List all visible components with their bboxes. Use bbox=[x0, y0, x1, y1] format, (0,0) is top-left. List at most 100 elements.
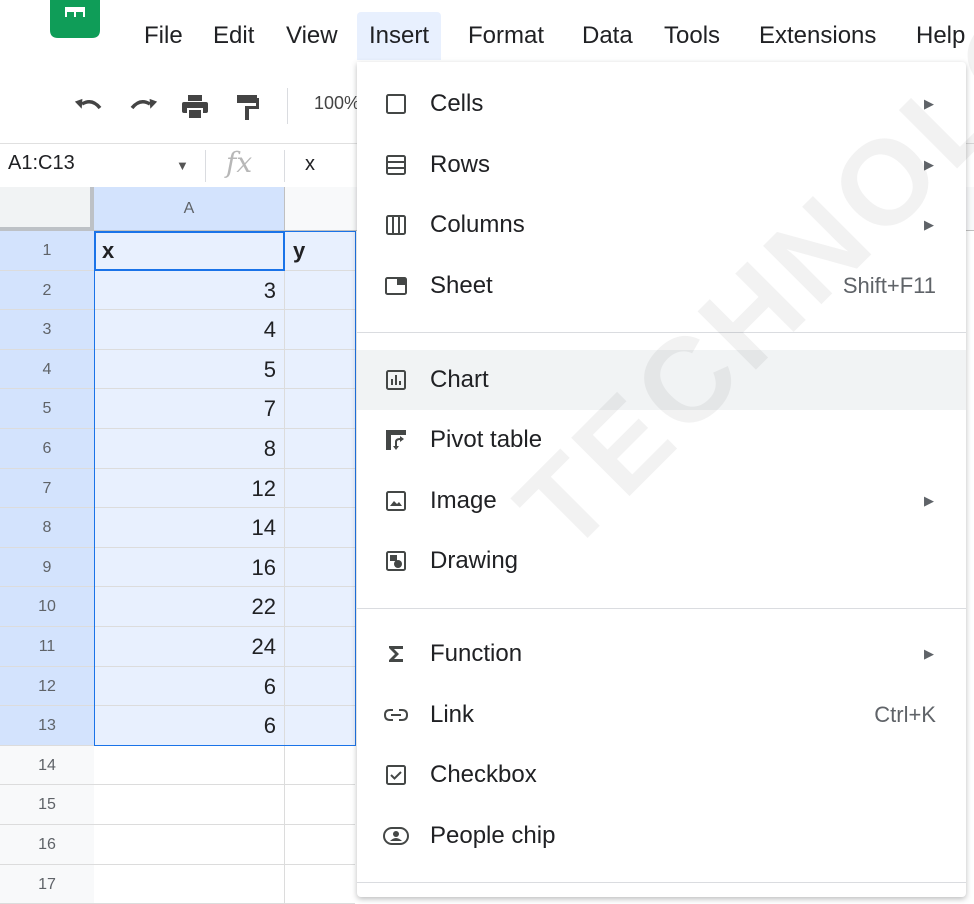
cell-a[interactable] bbox=[94, 825, 285, 865]
cells-icon bbox=[383, 91, 409, 117]
row-header[interactable]: 11 bbox=[0, 627, 94, 667]
menu-file[interactable]: File bbox=[142, 20, 185, 52]
row-header[interactable]: 12 bbox=[0, 666, 94, 707]
menu-item-image[interactable]: Image ▶ bbox=[357, 471, 966, 531]
row-header[interactable]: 6 bbox=[0, 429, 94, 469]
cell-a[interactable] bbox=[94, 864, 285, 904]
menu-tools[interactable]: Tools bbox=[662, 20, 722, 52]
menu-item-label: Image bbox=[430, 487, 497, 514]
cell-a[interactable]: 14 bbox=[94, 508, 285, 548]
pivot-table-icon bbox=[383, 427, 409, 453]
cell-b[interactable] bbox=[285, 508, 355, 548]
cell-a[interactable]: 7 bbox=[94, 389, 285, 429]
columns-icon bbox=[383, 212, 409, 238]
submenu-arrow-icon: ▶ bbox=[924, 217, 934, 232]
cell-a[interactable]: 16 bbox=[94, 547, 285, 588]
row-header[interactable]: 7 bbox=[0, 468, 94, 509]
name-box-dropdown-icon[interactable]: ▼ bbox=[176, 158, 189, 173]
cell-b[interactable] bbox=[285, 587, 355, 627]
cell-b[interactable] bbox=[285, 746, 355, 786]
menu-item-columns[interactable]: Columns ▶ bbox=[357, 195, 966, 255]
menu-item-chart[interactable]: Chart bbox=[357, 350, 966, 410]
paint-format-icon[interactable] bbox=[233, 92, 263, 122]
row-header[interactable]: 2 bbox=[0, 270, 94, 311]
cell-a[interactable]: 22 bbox=[94, 587, 285, 627]
menu-divider bbox=[357, 608, 966, 609]
menu-item-rows[interactable]: Rows ▶ bbox=[357, 135, 966, 195]
cell-a[interactable] bbox=[94, 745, 285, 786]
cell-b[interactable] bbox=[285, 429, 355, 469]
menu-item-people-chip[interactable]: People chip bbox=[357, 806, 966, 866]
cell-b[interactable] bbox=[285, 785, 355, 825]
cell-a[interactable]: 6 bbox=[94, 666, 285, 707]
row-header[interactable]: 3 bbox=[0, 310, 94, 350]
menu-extensions[interactable]: Extensions bbox=[757, 20, 878, 52]
cell-b[interactable] bbox=[285, 865, 355, 904]
cell-b[interactable] bbox=[285, 270, 355, 311]
cell-b[interactable] bbox=[285, 468, 355, 509]
cell-b[interactable] bbox=[285, 349, 355, 390]
menu-item-label: People chip bbox=[430, 822, 556, 849]
cell-b[interactable] bbox=[285, 547, 355, 588]
cell-a[interactable]: 5 bbox=[94, 349, 285, 390]
redo-icon[interactable] bbox=[128, 92, 158, 122]
link-icon bbox=[383, 702, 409, 728]
cell-b[interactable] bbox=[285, 389, 355, 429]
cell-a[interactable] bbox=[94, 785, 285, 825]
menu-item-sheet[interactable]: Sheet Shift+F11 bbox=[357, 256, 966, 316]
column-header-a[interactable]: A bbox=[94, 187, 285, 231]
row-header[interactable]: 1 bbox=[0, 231, 94, 271]
row-header[interactable]: 14 bbox=[0, 745, 94, 786]
row-header[interactable]: 9 bbox=[0, 547, 94, 588]
cell-a[interactable]: 3 bbox=[94, 270, 285, 311]
cell-a[interactable]: 6 bbox=[94, 706, 285, 746]
formula-separator bbox=[284, 150, 285, 182]
select-all-corner[interactable] bbox=[0, 187, 94, 231]
cell-b[interactable]: y bbox=[285, 231, 355, 271]
cell-b[interactable] bbox=[285, 310, 355, 350]
row-header[interactable]: 4 bbox=[0, 349, 94, 390]
menu-item-cells[interactable]: Cells ▶ bbox=[357, 74, 966, 134]
sigma-icon bbox=[383, 641, 409, 667]
cell-b[interactable] bbox=[285, 666, 355, 707]
menu-edit[interactable]: Edit bbox=[211, 20, 256, 52]
row-header[interactable]: 10 bbox=[0, 587, 94, 627]
row-header[interactable]: 13 bbox=[0, 706, 94, 746]
zoom-select[interactable]: 100% bbox=[314, 93, 360, 114]
undo-icon[interactable] bbox=[74, 92, 104, 122]
cell-b[interactable] bbox=[285, 706, 355, 746]
menu-item-label: Chart bbox=[430, 366, 489, 393]
fx-icon: fx bbox=[226, 146, 253, 179]
submenu-arrow-icon: ▶ bbox=[924, 646, 934, 661]
menu-item-checkbox[interactable]: Checkbox bbox=[357, 745, 966, 805]
cell-a[interactable]: 8 bbox=[94, 429, 285, 469]
print-icon[interactable] bbox=[180, 92, 210, 122]
menu-item-drawing[interactable]: Drawing bbox=[357, 531, 966, 591]
menu-item-pivot-table[interactable]: Pivot table bbox=[357, 410, 966, 470]
rows-icon bbox=[383, 152, 409, 178]
cell-a[interactable]: 24 bbox=[94, 627, 285, 667]
cell-a[interactable]: x bbox=[94, 231, 285, 271]
menu-item-shortcut: Shift+F11 bbox=[842, 273, 936, 298]
cell-a[interactable]: 12 bbox=[94, 468, 285, 509]
menu-item-function[interactable]: Function ▶ bbox=[357, 624, 966, 684]
row-header[interactable]: 8 bbox=[0, 508, 94, 548]
row-header[interactable]: 5 bbox=[0, 389, 94, 429]
menu-item-label: Link bbox=[430, 701, 475, 728]
image-icon bbox=[383, 488, 409, 514]
cell-a[interactable]: 4 bbox=[94, 310, 285, 350]
row-header[interactable]: 16 bbox=[0, 825, 94, 865]
sheets-logo-icon[interactable] bbox=[50, 0, 100, 38]
menu-item-link[interactable]: Link Ctrl+K bbox=[357, 685, 966, 745]
menu-data[interactable]: Data bbox=[580, 20, 635, 52]
row-header[interactable]: 15 bbox=[0, 785, 94, 825]
row-header[interactable]: 17 bbox=[0, 864, 94, 904]
menu-view[interactable]: View bbox=[284, 20, 340, 52]
name-box[interactable]: A1:C13 bbox=[8, 152, 75, 175]
menu-help[interactable]: Help bbox=[914, 20, 967, 52]
menu-insert[interactable]: Insert bbox=[357, 12, 442, 60]
cell-b[interactable] bbox=[285, 627, 355, 667]
menu-format[interactable]: Format bbox=[466, 20, 546, 52]
cell-b[interactable] bbox=[285, 825, 355, 865]
formula-input[interactable]: x bbox=[305, 153, 315, 176]
